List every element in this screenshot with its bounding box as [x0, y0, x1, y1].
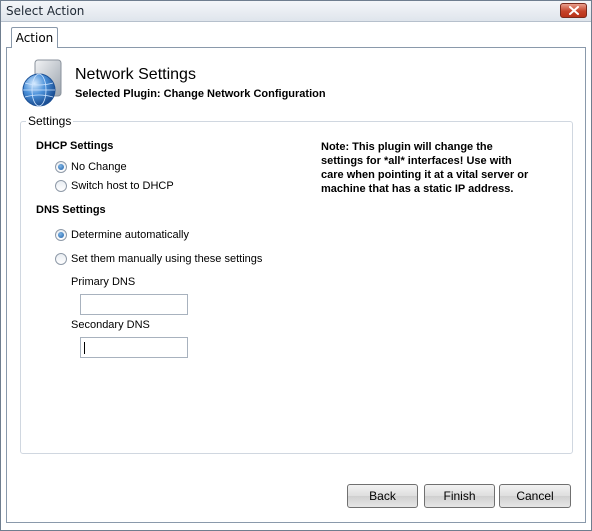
radio-label: Determine automatically — [71, 229, 189, 241]
network-globe-icon — [22, 59, 62, 107]
primary-dns-label: Primary DNS — [71, 276, 136, 288]
back-button[interactable]: Back — [347, 484, 418, 508]
radio-button-checked[interactable] — [55, 161, 67, 173]
page-title: Network Settings — [75, 66, 196, 83]
dhcp-settings-heading: DHCP Settings — [36, 140, 114, 152]
radio-button[interactable] — [55, 180, 67, 192]
page-subtitle: Selected Plugin: Change Network Configur… — [75, 88, 326, 100]
plugin-note: Note: This plugin will change the settin… — [321, 141, 529, 195]
dns-settings-heading: DNS Settings — [36, 204, 106, 216]
title-bar[interactable]: Select Action — [1, 1, 591, 22]
radio-set-manually[interactable]: Set them manually using these settings — [55, 253, 262, 265]
primary-dns-input[interactable] — [80, 294, 188, 315]
text-caret — [84, 342, 85, 354]
radio-button[interactable] — [55, 253, 67, 265]
radio-label: No Change — [71, 161, 127, 173]
close-button[interactable] — [560, 3, 587, 18]
radio-label: Switch host to DHCP — [71, 180, 174, 192]
cancel-button[interactable]: Cancel — [499, 484, 571, 508]
window-title: Select Action — [6, 4, 85, 18]
radio-button-checked[interactable] — [55, 229, 67, 241]
radio-determine-automatically[interactable]: Determine automatically — [55, 229, 189, 241]
secondary-dns-label: Secondary DNS — [71, 319, 150, 331]
tab-action[interactable]: Action — [11, 27, 58, 48]
radio-switch-to-dhcp[interactable]: Switch host to DHCP — [55, 180, 174, 192]
settings-legend: Settings — [26, 114, 74, 128]
radio-no-change[interactable]: No Change — [55, 161, 127, 173]
secondary-dns-input[interactable] — [80, 337, 188, 358]
radio-label: Set them manually using these settings — [71, 253, 263, 265]
close-icon — [569, 6, 579, 15]
finish-button[interactable]: Finish — [424, 484, 495, 508]
